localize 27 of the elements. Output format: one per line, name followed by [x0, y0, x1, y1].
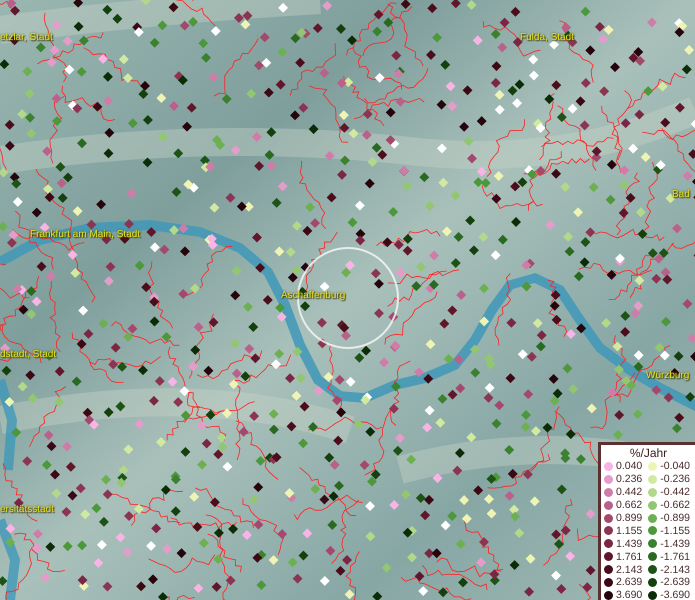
legend-value: 0.442 — [616, 486, 642, 498]
legend-value: -3.690 — [660, 589, 690, 600]
legend-value: -0.040 — [660, 460, 690, 472]
legend-value: 1.155 — [616, 524, 642, 537]
legend-value: -2.143 — [660, 564, 690, 576]
place-label: Aschaffenburg — [281, 289, 346, 302]
legend-value: 0.899 — [616, 512, 642, 524]
legend-value: 2.143 — [616, 564, 642, 576]
legend-value: -1.761 — [660, 550, 690, 563]
legend-value: 0.236 — [616, 473, 642, 486]
legend-value: -0.662 — [660, 499, 690, 512]
legend-value: -0.899 — [660, 512, 690, 524]
legend-value: -0.442 — [660, 486, 690, 498]
legend-value: -1.155 — [660, 524, 690, 537]
place-label: Frankfurt am Main, Stadt — [30, 228, 140, 241]
legend-value: 0.040 — [616, 460, 642, 472]
legend-value: 1.761 — [616, 550, 642, 563]
legend-value: -0.236 — [660, 473, 690, 486]
place-label: Würzburg — [646, 369, 690, 382]
legend-value: 3.690 — [616, 589, 642, 600]
place-label: Bad — [672, 188, 690, 201]
legend-title: %/Jahr — [630, 447, 668, 460]
legend-value: 1.439 — [616, 538, 642, 550]
legend-value: 0.662 — [616, 499, 642, 512]
legend-value: -2.639 — [660, 576, 690, 588]
legend-value: 2.639 — [616, 576, 642, 588]
legend-value: -1.439 — [660, 538, 690, 550]
